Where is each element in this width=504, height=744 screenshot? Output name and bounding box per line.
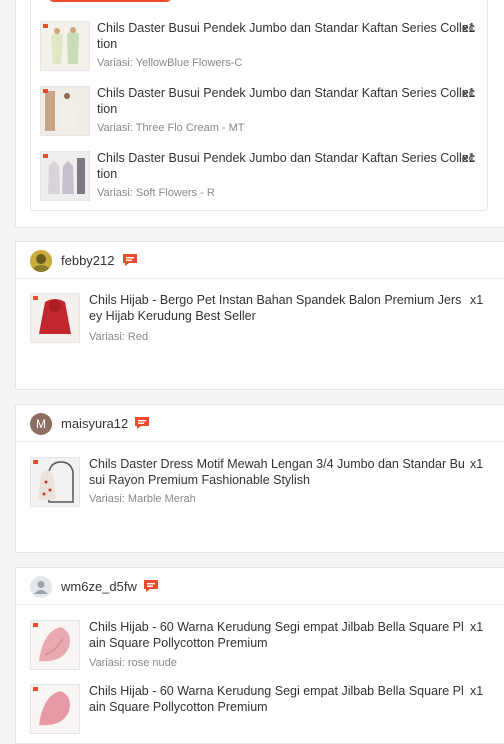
avatar[interactable] <box>30 250 52 272</box>
order-item[interactable]: Chils Hijab - Bergo Pet Instan Bahan Spa… <box>16 293 504 349</box>
order-item[interactable]: Chils Daster Dress Motif Mewah Lengan 3/… <box>16 457 504 513</box>
order-item[interactable]: Chils Daster Busui Pendek Jumbo dan Stan… <box>31 86 487 142</box>
avatar[interactable] <box>30 576 52 598</box>
order-card: wm6ze_d5fw Chils Hijab - 60 Warna Kerudu… <box>15 567 504 744</box>
product-thumbnail[interactable] <box>30 457 80 507</box>
product-thumbnail[interactable] <box>30 293 80 343</box>
product-title[interactable]: Chils Daster Busui Pendek Jumbo dan Stan… <box>97 21 475 52</box>
product-variation: Variasi: rose nude <box>89 657 177 669</box>
username[interactable]: wm6ze_d5fw <box>61 579 137 594</box>
product-variation: Variasi: Red <box>89 331 149 343</box>
product-image <box>41 87 89 135</box>
quantity: x1 <box>470 684 484 698</box>
chat-icon[interactable] <box>143 579 159 593</box>
product-image <box>41 22 89 70</box>
quantity: x1 <box>470 293 484 307</box>
username[interactable]: maisyura12 <box>61 416 128 431</box>
chat-icon[interactable] <box>134 416 150 430</box>
product-image <box>41 152 89 200</box>
product-thumbnail[interactable] <box>30 620 80 670</box>
order-items-box: Chils Daster Busui Pendek Jumbo dan Stan… <box>30 0 488 211</box>
product-title[interactable]: Chils Hijab - 60 Warna Kerudung Segi emp… <box>89 684 467 715</box>
product-variation: Variasi: Soft Flowers - R <box>97 187 215 199</box>
product-image <box>31 458 79 506</box>
product-image <box>31 685 79 733</box>
product-variation: Variasi: Three Flo Cream - MT <box>97 122 245 134</box>
order-status-tab <box>48 0 172 2</box>
order-item[interactable]: Chils Daster Busui Pendek Jumbo dan Stan… <box>31 21 487 77</box>
product-thumbnail[interactable] <box>40 86 90 136</box>
username[interactable]: febby212 <box>61 253 115 268</box>
product-variation: Variasi: YellowBlue Flowers-C <box>97 57 243 69</box>
user-photo-icon <box>30 250 52 272</box>
product-thumbnail[interactable] <box>40 151 90 201</box>
product-variation: Variasi: Marble Merah <box>89 493 196 505</box>
product-title[interactable]: Chils Hijab - Bergo Pet Instan Bahan Spa… <box>89 293 467 324</box>
order-header: febby212 <box>16 242 504 279</box>
quantity: x1 <box>462 151 476 165</box>
order-card: M maisyura12 Chils Daster Dress Motif Me… <box>15 404 504 553</box>
order-card: Chils Daster Busui Pendek Jumbo dan Stan… <box>15 0 504 228</box>
product-title[interactable]: Chils Daster Busui Pendek Jumbo dan Stan… <box>97 151 475 182</box>
user-icon <box>34 581 48 594</box>
chat-icon[interactable] <box>122 253 138 267</box>
product-title[interactable]: Chils Daster Dress Motif Mewah Lengan 3/… <box>89 457 467 488</box>
product-image <box>31 294 79 342</box>
order-item[interactable]: Chils Hijab - 60 Warna Kerudung Segi emp… <box>16 620 504 676</box>
avatar[interactable]: M <box>30 413 52 435</box>
order-item[interactable]: Chils Daster Busui Pendek Jumbo dan Stan… <box>31 151 487 207</box>
order-item[interactable]: Chils Hijab - 60 Warna Kerudung Segi emp… <box>16 684 504 740</box>
product-image <box>31 621 79 669</box>
quantity: x1 <box>462 86 476 100</box>
product-title[interactable]: Chils Hijab - 60 Warna Kerudung Segi emp… <box>89 620 467 651</box>
quantity: x1 <box>462 21 476 35</box>
order-header: wm6ze_d5fw <box>16 568 504 605</box>
quantity: x1 <box>470 620 484 634</box>
order-header: M maisyura12 <box>16 405 504 442</box>
quantity: x1 <box>470 457 484 471</box>
order-card: febby212 Chils Hijab - Bergo Pet Instan … <box>15 241 504 390</box>
product-title[interactable]: Chils Daster Busui Pendek Jumbo dan Stan… <box>97 86 475 117</box>
product-thumbnail[interactable] <box>40 21 90 71</box>
